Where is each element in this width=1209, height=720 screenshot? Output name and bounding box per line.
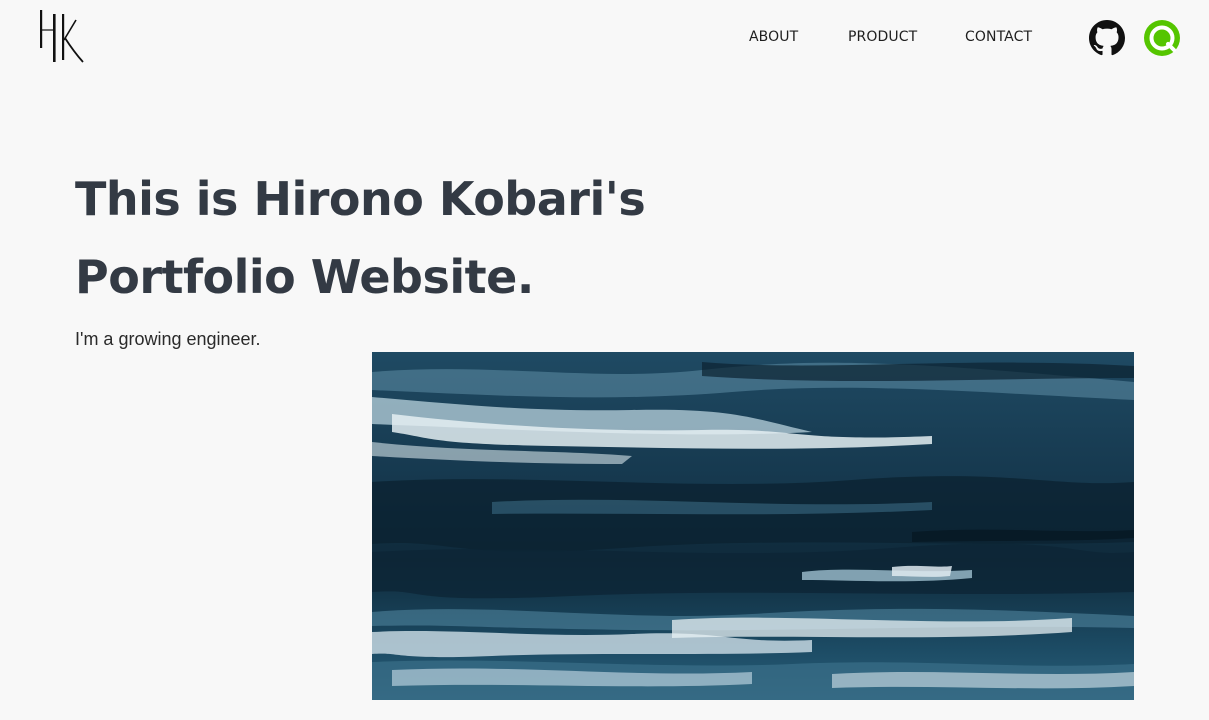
abstract-blue-painting-icon bbox=[372, 352, 1134, 700]
github-icon-svg bbox=[1089, 20, 1125, 56]
hero-title-line-1: This is Hirono Kobari's bbox=[75, 172, 646, 226]
qiita-icon[interactable] bbox=[1144, 20, 1180, 56]
hero-title-line-2: Portfolio Website. bbox=[75, 250, 534, 304]
hk-logo-svg bbox=[40, 10, 84, 63]
hero-title: This is Hirono Kobari's Portfolio Websit… bbox=[75, 160, 695, 316]
hk-logo-icon[interactable] bbox=[38, 8, 86, 64]
page: ABOUT PRODUCT CONTACT This is Hirono Kob… bbox=[0, 0, 1209, 720]
nav-product-link[interactable]: PRODUCT bbox=[848, 27, 917, 47]
hero-subtitle: I'm a growing engineer. bbox=[75, 329, 261, 349]
hero-image bbox=[372, 352, 1134, 700]
qiita-icon-svg bbox=[1144, 20, 1180, 56]
nav-about-link[interactable]: ABOUT bbox=[749, 27, 798, 47]
nav-contact-link[interactable]: CONTACT bbox=[965, 27, 1032, 47]
github-icon[interactable] bbox=[1089, 20, 1125, 56]
